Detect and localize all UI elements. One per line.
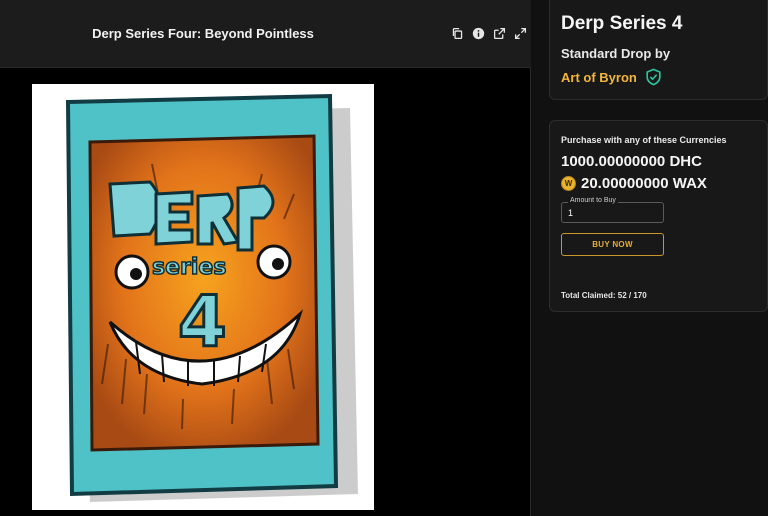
fullscreen-icon[interactable] — [513, 26, 528, 41]
amount-to-buy-field: Amount to Buy — [561, 197, 664, 223]
svg-text:series: series — [152, 255, 226, 280]
copy-icon[interactable] — [450, 26, 465, 41]
drop-title: Derp Series 4 — [561, 13, 683, 34]
open-external-icon[interactable] — [492, 26, 507, 41]
creator-row: Art of Byron — [561, 68, 662, 86]
purchase-card: Purchase with any of these Currencies 10… — [549, 120, 768, 312]
media-panel: Derp Series Four: Beyond Pointless serie… — [0, 0, 531, 516]
drop-info-card: Derp Series 4 Standard Drop by Art of By… — [549, 0, 768, 100]
price-wax-row: W 20.00000000 WAX — [561, 175, 707, 192]
buy-now-button[interactable]: BUY NOW — [561, 233, 664, 256]
media-title: Derp Series Four: Beyond Pointless — [92, 26, 314, 41]
amount-to-buy-input[interactable] — [568, 207, 658, 219]
media-toolbar — [450, 26, 528, 41]
media-header: Derp Series Four: Beyond Pointless — [0, 0, 531, 68]
drop-page: Derp Series Four: Beyond Pointless serie… — [0, 0, 768, 516]
price-wax: 20.00000000 WAX — [581, 175, 707, 192]
wax-coin-icon: W — [561, 176, 576, 191]
info-icon[interactable] — [471, 26, 486, 41]
svg-text:4: 4 — [178, 281, 227, 363]
creator-link[interactable]: Art of Byron — [561, 70, 637, 85]
total-claimed: Total Claimed: 52 / 170 — [561, 291, 647, 300]
price-dhc: 1000.00000000 DHC — [561, 153, 702, 170]
amount-to-buy-label: Amount to Buy — [568, 197, 618, 204]
verified-shield-icon — [645, 68, 662, 86]
nft-artwork-image: series 4 — [32, 84, 374, 510]
drop-type-label: Standard Drop by — [561, 46, 671, 61]
purchase-currencies-label: Purchase with any of these Currencies — [561, 135, 727, 145]
